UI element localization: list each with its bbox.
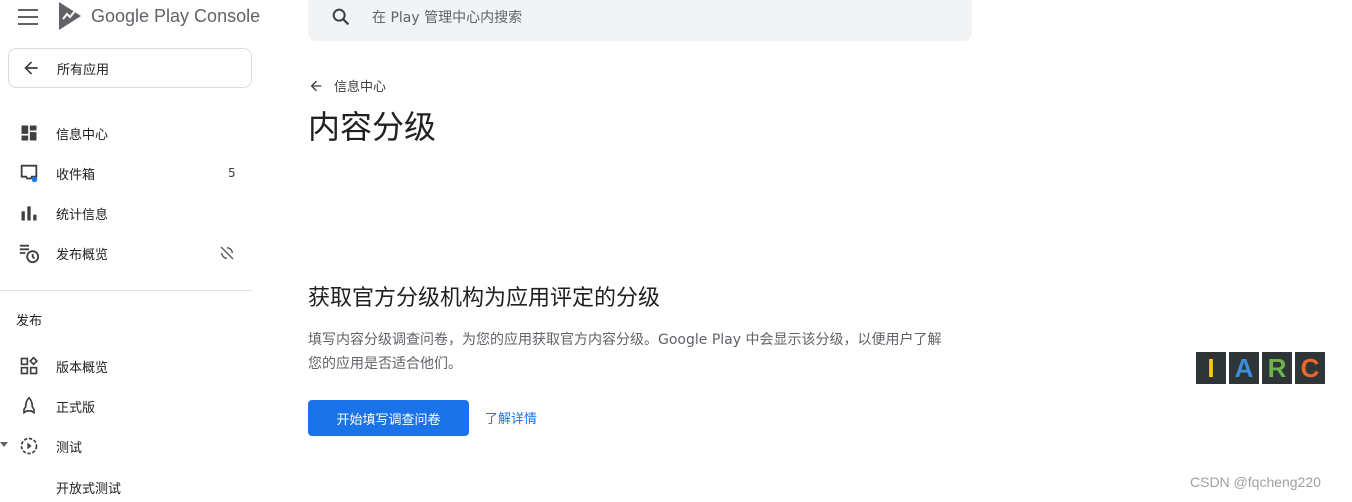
iarc-letter-i: I [1196, 352, 1226, 384]
section-title-publish: 发布 [16, 314, 43, 329]
sidebar-item-production[interactable]: 正式版 [0, 386, 250, 426]
sidebar-item-label: 测试 [56, 440, 83, 456]
inbox-count-badge: 5 [228, 166, 236, 180]
arrow-back-icon [24, 61, 38, 75]
sidebar-item-label: 发布概览 [56, 247, 109, 263]
card-description: 填写内容分级调查问卷，为您的应用获取官方内容分级。Google Play 中会显… [308, 332, 942, 372]
breadcrumb[interactable]: 信息中心 [308, 76, 386, 95]
card-title: 获取官方分级机构为应用评定的分级 [308, 286, 661, 311]
search-input[interactable] [370, 9, 934, 27]
page-title: 内容分级 [308, 108, 437, 146]
all-apps-label: 所有应用 [57, 62, 110, 78]
releases-overview-icon [18, 355, 40, 377]
dashboard-icon [18, 122, 40, 144]
iarc-letter-r: R [1262, 352, 1292, 384]
sidebar: Google Play Console 所有应用 信息中心 收件箱 5 统计信息… [0, 0, 262, 502]
inbox-icon [18, 162, 40, 184]
sidebar-item-statistics[interactable]: 统计信息 [0, 193, 250, 233]
iarc-letter-a: A [1229, 352, 1259, 384]
play-console-logo [59, 2, 81, 30]
watermark: CSDN @fqcheng220 [1190, 474, 1321, 490]
sidebar-item-label: 版本概览 [56, 360, 109, 376]
brand[interactable]: Google Play Console [57, 0, 260, 32]
sidebar-item-publishing-overview[interactable]: 发布概览 [0, 233, 250, 273]
bar-chart-icon [18, 202, 40, 224]
sidebar-divider [0, 290, 252, 291]
sidebar-item-label: 统计信息 [56, 207, 109, 223]
search-bar[interactable] [308, 0, 972, 41]
sidebar-item-label: 收件箱 [56, 167, 96, 183]
sidebar-item-label: 正式版 [56, 400, 96, 416]
sidebar-item-inbox[interactable]: 收件箱 5 [0, 153, 250, 193]
production-icon [18, 395, 40, 417]
iarc-letter-c: C [1295, 352, 1325, 384]
sidebar-item-releases-overview[interactable]: 版本概览 [0, 346, 250, 386]
breadcrumb-label: 信息中心 [334, 80, 387, 95]
sync-off-icon [220, 246, 234, 260]
sidebar-item-label: 信息中心 [56, 127, 109, 143]
sidebar-item-dashboard[interactable]: 信息中心 [0, 113, 250, 153]
brand-name: Google Play Console [91, 5, 261, 26]
start-questionnaire-button[interactable]: 开始填写调查问卷 [308, 400, 469, 436]
search-icon [332, 8, 350, 26]
learn-more-link[interactable]: 了解详情 [485, 408, 537, 427]
sidebar-subitem-open-testing[interactable]: 开放式测试 [56, 478, 121, 497]
sidebar-item-testing[interactable]: 测试 [0, 426, 250, 466]
arrow-back-icon [310, 80, 322, 91]
testing-icon [18, 435, 40, 457]
iarc-logo: I A R C [1196, 352, 1328, 384]
menu-icon[interactable] [18, 9, 38, 25]
all-apps-button[interactable]: 所有应用 [8, 48, 252, 88]
publishing-overview-icon [18, 242, 40, 264]
